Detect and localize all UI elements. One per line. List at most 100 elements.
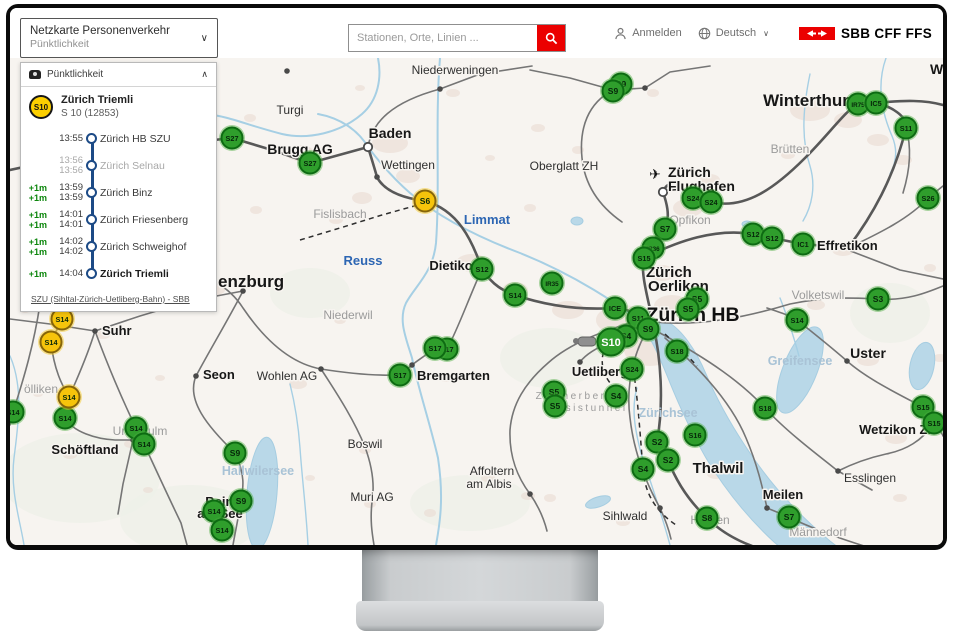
monitor-stand-neck	[362, 550, 598, 601]
line-badge-S3[interactable]: S3	[865, 286, 891, 312]
line-badge-S8[interactable]: S8	[694, 505, 720, 531]
svg-text:S14: S14	[56, 315, 70, 324]
svg-text:S24: S24	[705, 198, 719, 207]
line-badge-S14[interactable]: S14	[209, 517, 235, 543]
svg-text:S11: S11	[900, 124, 913, 133]
node-cell	[83, 133, 100, 144]
stop-name: Zürich Friesenberg	[100, 214, 188, 226]
map-label: am Albis	[466, 477, 511, 491]
stop-name: Zürich Binz	[100, 187, 153, 199]
chevron-up-icon[interactable]: ∧	[201, 69, 208, 80]
svg-text:S7: S7	[784, 512, 795, 522]
line-badge-S27[interactable]: S27	[219, 125, 245, 151]
user-icon	[614, 27, 627, 40]
line-badge-S9[interactable]: S9	[222, 440, 248, 466]
line-badge-S17[interactable]: S17	[422, 335, 448, 361]
line-badge-S12[interactable]: S12	[759, 225, 785, 251]
svg-text:S12: S12	[476, 265, 489, 274]
line-badge-S2[interactable]: S2	[655, 447, 681, 473]
svg-text:S14: S14	[45, 338, 59, 347]
svg-text:S18: S18	[671, 347, 684, 356]
line-badge-S27[interactable]: S27	[297, 150, 323, 176]
line-badge-S14[interactable]: S14	[131, 431, 157, 457]
line-badge-S5[interactable]: S5	[675, 296, 701, 322]
line-badge-S14[interactable]: S14	[38, 329, 64, 355]
line-badge-S16[interactable]: S16	[682, 422, 708, 448]
line-badge-S6[interactable]: S6	[412, 188, 438, 214]
timeline-node	[86, 241, 97, 252]
line-badge-S7[interactable]: S7	[776, 504, 802, 530]
time-cell: 14:0214:02	[47, 237, 83, 257]
map-label: Muri AG	[350, 490, 393, 504]
svg-text:S3: S3	[873, 294, 884, 304]
timeline-node	[86, 214, 97, 225]
panel-header[interactable]: Pünktlichkeit ∧	[21, 63, 216, 87]
search-icon	[545, 32, 558, 45]
operator-link[interactable]: SZU (Sihltal-Zürich-Uetliberg-Bahn) - SB…	[31, 294, 190, 304]
line-badge-S14[interactable]: S14	[784, 307, 810, 333]
layer-select-subtitle: Pünktlichkeit	[30, 38, 208, 51]
line-badge-S12[interactable]: S12	[469, 256, 495, 282]
line-badge-S18[interactable]: S18	[752, 395, 778, 421]
svg-text:S12: S12	[747, 230, 760, 239]
map-label: Sihlwald	[603, 509, 648, 523]
timeline-node	[86, 160, 97, 171]
svg-text:S14: S14	[509, 291, 523, 300]
train-line-info: S 10 (12853)	[61, 107, 133, 120]
chevron-down-icon: ∨	[201, 33, 208, 44]
sbb-logo[interactable]: SBB CFF FFS	[799, 26, 932, 41]
svg-text:S7: S7	[660, 224, 671, 234]
line-badge-ICE[interactable]: ICE	[602, 295, 628, 321]
line-badge-IC5[interactable]: IC5	[863, 90, 889, 116]
timeline-node	[86, 133, 97, 144]
svg-text:S4: S4	[638, 464, 649, 474]
line-badge-S5[interactable]: S5	[542, 393, 568, 419]
line-badge-S9[interactable]: S9	[228, 488, 254, 514]
svg-text:S15: S15	[917, 403, 930, 412]
line-badge-S14[interactable]: S14	[56, 384, 82, 410]
sbb-logo-text: SBB CFF FFS	[841, 26, 932, 41]
language-select[interactable]: Deutsch ∨	[698, 27, 769, 40]
svg-text:S27: S27	[226, 134, 239, 143]
map-label: ölliken	[24, 382, 58, 396]
map-label: Turgi	[277, 103, 304, 117]
line-badge-S11[interactable]: S11	[893, 115, 919, 141]
map-layer-select[interactable]: Netzkarte Personenverkehr Pünktlichkeit …	[20, 18, 218, 58]
line-badge-S18[interactable]: S18	[664, 338, 690, 364]
timeline-node	[86, 187, 97, 198]
svg-text:S14: S14	[10, 408, 20, 417]
map-label: Wohlen AG	[257, 369, 317, 383]
map-label: Winterthur	[763, 91, 849, 110]
line-badge-S24[interactable]: S24	[619, 356, 645, 382]
node-cell	[83, 241, 100, 252]
line-badge-IC1[interactable]: IC1	[790, 231, 816, 257]
line-badge-IR35[interactable]: IR35	[539, 270, 565, 296]
line-badge-S10[interactable]: S10	[595, 326, 627, 358]
header-actions: Anmelden Deutsch ∨	[614, 8, 932, 58]
map-label: Zürichsee	[638, 406, 697, 420]
search-button[interactable]	[537, 25, 565, 51]
monitor-frame: NiederweningenTurgiBadenBrugg AGWettinge…	[6, 4, 947, 550]
svg-text:S14: S14	[208, 507, 222, 516]
line-badge-S24[interactable]: S24	[698, 189, 724, 215]
login-button[interactable]: Anmelden	[614, 27, 682, 40]
stop-name: Zürich Schweighof	[100, 241, 186, 253]
map-label: Niederwil	[323, 308, 372, 322]
line-badge-S9[interactable]: S9	[635, 316, 661, 342]
line-badge-S9[interactable]: S9	[600, 78, 626, 104]
map-label: Meilen	[763, 487, 804, 502]
stop-name: Zürich HB SZU	[100, 133, 171, 145]
line-badge-S14[interactable]: S14	[10, 399, 26, 425]
search-input[interactable]	[349, 25, 537, 51]
line-badge-S26[interactable]: S26	[915, 185, 941, 211]
line-badge-S15[interactable]: S15	[631, 245, 657, 271]
svg-text:S14: S14	[63, 393, 77, 402]
line-badge-S17[interactable]: S17	[387, 362, 413, 388]
time-cell: 13:5913:59	[47, 183, 83, 203]
line-badge-S14[interactable]: S14	[502, 282, 528, 308]
line-badge-S4[interactable]: S4	[630, 456, 656, 482]
svg-text:S18: S18	[759, 404, 772, 413]
time-cell: 13:5613:56	[47, 156, 83, 176]
line-badge-S4[interactable]: S4	[603, 383, 629, 409]
time-cell: 14:04	[47, 269, 83, 279]
